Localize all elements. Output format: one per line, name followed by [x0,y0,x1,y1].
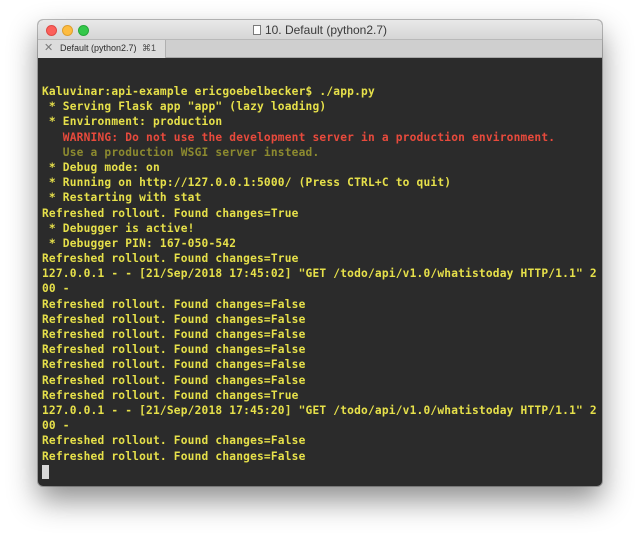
terminal-line: Refreshed rollout. Found changes=False [42,312,306,326]
terminal-line: 00 - [42,419,70,433]
terminal-line: Refreshed rollout. Found changes=True [42,206,299,220]
terminal-line: Refreshed rollout. Found changes=False [42,343,306,357]
tab-default-python[interactable]: ✕ Default (python2.7) ⌘1 [38,40,166,58]
terminal-line: Refreshed rollout. Found changes=False [42,358,306,372]
tab-bar: ✕ Default (python2.7) ⌘1 [38,40,602,58]
terminal-line: Kaluvinar:api-example ericgoebelbecker$ … [42,85,375,98]
tab-label: Default (python2.7) [60,43,137,53]
text-cursor [42,464,49,479]
terminal-line: * Debugger PIN: 167-050-542 [42,236,237,250]
terminal-window: 10. Default (python2.7) ✕ Default (pytho… [38,20,602,486]
terminal-line: WARNING: Do not use the development serv… [42,130,556,144]
window-title: 10. Default (python2.7) [264,23,388,37]
terminal-output[interactable]: Kaluvinar:api-example ericgoebelbecker$ … [42,58,600,482]
terminal-line: * Environment: production [42,115,223,129]
terminal-line: 00 - [42,282,70,296]
terminal-line: Refreshed rollout. Found changes=False [42,434,306,448]
terminal-line: Refreshed rollout. Found changes=True [42,388,299,402]
terminal-line: Use a production WSGI server instead. [42,145,320,159]
tab-shortcut: ⌘1 [142,43,157,53]
terminal-line: Refreshed rollout. Found changes=False [42,449,306,463]
terminal-line: * Serving Flask app "app" (lazy loading) [42,100,327,114]
terminal-line: * Running on http://127.0.0.1:5000/ (Pre… [42,176,452,190]
terminal-line: Refreshed rollout. Found changes=False [42,328,306,341]
terminal-line: * Debug mode: on [42,160,160,174]
terminal-line: 127.0.0.1 - - [21/Sep/2018 17:45:20] "GE… [42,403,597,417]
terminal-line: Refreshed rollout. Found changes=False [42,297,306,311]
terminal-line: 127.0.0.1 - - [21/Sep/2018 17:45:02] "GE… [42,267,597,281]
terminal-line: * Debugger is active! [42,221,195,235]
close-icon[interactable]: ✕ [44,40,53,57]
terminal-line: * Restarting with stat [42,191,202,205]
title-bar[interactable]: 10. Default (python2.7) [38,20,602,40]
window-title-container: 10. Default (python2.7) [38,20,602,40]
document-icon [252,25,261,35]
terminal-line: Refreshed rollout. Found changes=False [42,373,306,387]
terminal-line: Refreshed rollout. Found changes=True [42,252,299,266]
